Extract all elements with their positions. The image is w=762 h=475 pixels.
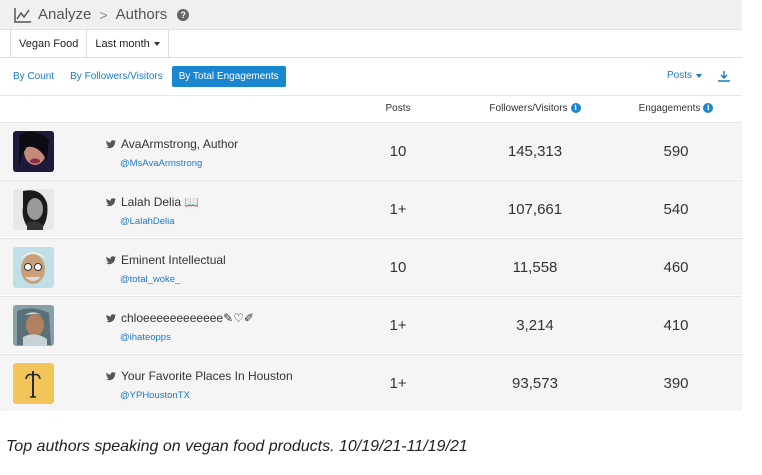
figure-caption: Top authors speaking on vegan food produ… — [6, 438, 468, 455]
date-range-dropdown[interactable]: Last month — [87, 30, 169, 57]
line-chart-icon — [14, 7, 32, 23]
tab-by-total-engagements[interactable]: By Total Engagements — [171, 66, 286, 87]
engagements-count: 590 — [663, 143, 689, 160]
caret-down-icon — [696, 73, 702, 78]
author-handle[interactable]: @total_woke_ — [120, 274, 226, 285]
followers-count: 145,313 — [507, 143, 563, 160]
download-icon[interactable] — [718, 69, 730, 82]
caret-down-icon — [153, 41, 160, 46]
author-handle[interactable]: @MsAvaArmstrong — [120, 158, 238, 169]
engagements-count: 540 — [663, 201, 689, 218]
breadcrumb-separator-icon: > — [99, 6, 108, 23]
engagements-count: 410 — [663, 317, 689, 334]
topic-filter[interactable]: Vegan Food — [10, 30, 88, 57]
author-info: chloeeeeeeeeeeee✎♡✐ @ihateopps — [106, 311, 254, 343]
engagements-count: 390 — [663, 375, 689, 392]
posts-count: 10 — [389, 259, 407, 276]
header-bar: Analyze > Authors ? — [0, 0, 742, 30]
avatar[interactable] — [13, 247, 54, 288]
filter-bar: Vegan Food Last month — [0, 30, 742, 58]
sort-tabs: By Count By Followers/Visitors By Total … — [0, 58, 742, 96]
author-info: AvaArmstrong, Author @MsAvaArmstrong — [106, 137, 238, 169]
info-icon[interactable]: i — [570, 103, 581, 114]
column-header-posts[interactable]: Posts — [370, 96, 426, 122]
posts-dropdown-label: Posts — [666, 70, 692, 81]
analyze-authors-panel: Analyze > Authors ? Vegan Food Last mont… — [0, 0, 742, 412]
tab-by-followers[interactable]: By Followers/Visitors — [63, 66, 170, 87]
author-name[interactable]: Eminent Intellectual — [121, 253, 226, 267]
avatar[interactable] — [13, 305, 54, 346]
avatar[interactable] — [13, 363, 54, 404]
twitter-icon — [106, 255, 116, 265]
date-range-label: Last month — [95, 37, 150, 50]
tab-by-count[interactable]: By Count — [6, 66, 61, 87]
breadcrumb-authors: Authors — [115, 6, 168, 23]
followers-count: 93,573 — [512, 375, 558, 392]
column-header-engagements-label: Engagements — [638, 103, 701, 114]
column-header-followers[interactable]: Followers/Visitors i — [470, 96, 600, 122]
table-row[interactable]: Your Favorite Places In Houston @YPHoust… — [0, 354, 742, 411]
posts-count: 10 — [389, 143, 407, 160]
author-handle[interactable]: @ihateopps — [120, 332, 254, 343]
breadcrumb-analyze[interactable]: Analyze — [38, 6, 91, 23]
avatar[interactable] — [13, 131, 54, 172]
posts-dropdown[interactable]: Posts — [667, 70, 702, 81]
author-name[interactable]: Your Favorite Places In Houston — [121, 369, 293, 383]
followers-count: 11,558 — [512, 259, 558, 276]
author-handle[interactable]: @YPHoustonTX — [120, 390, 293, 401]
twitter-icon — [106, 139, 116, 149]
twitter-icon — [106, 313, 116, 323]
help-icon[interactable]: ? — [177, 8, 190, 21]
table-row[interactable]: chloeeeeeeeeeeee✎♡✐ @ihateopps 1+ 3,214 … — [0, 296, 742, 353]
author-info: Your Favorite Places In Houston @YPHoust… — [106, 369, 293, 401]
info-icon[interactable]: i — [703, 103, 714, 114]
topic-filter-label: Vegan Food — [19, 37, 79, 50]
posts-count: 1+ — [389, 317, 407, 334]
twitter-icon — [106, 197, 116, 207]
avatar[interactable] — [13, 189, 54, 230]
author-info: Lalah Delia 📖 @LalahDelia — [106, 195, 199, 227]
table-row[interactable]: Eminent Intellectual @total_woke_ 10 11,… — [0, 238, 742, 295]
engagements-count: 460 — [663, 259, 689, 276]
posts-count: 1+ — [389, 201, 407, 218]
column-header-engagements[interactable]: Engagements i — [626, 96, 726, 122]
posts-count: 1+ — [389, 375, 407, 392]
author-handle[interactable]: @LalahDelia — [120, 216, 199, 227]
twitter-icon — [106, 371, 116, 381]
authors-table: AvaArmstrong, Author @MsAvaArmstrong 10 … — [0, 122, 742, 411]
author-name[interactable]: AvaArmstrong, Author — [121, 137, 238, 151]
column-header-followers-label: Followers/Visitors — [489, 103, 568, 114]
table-row[interactable]: Lalah Delia 📖 @LalahDelia 1+ 107,661 540 — [0, 180, 742, 237]
author-name[interactable]: Lalah Delia 📖 — [121, 195, 199, 209]
followers-count: 3,214 — [516, 317, 554, 334]
table-row[interactable]: AvaArmstrong, Author @MsAvaArmstrong 10 … — [0, 122, 742, 179]
followers-count: 107,661 — [507, 201, 563, 218]
table-header: Posts Followers/Visitors i Engagements i — [0, 96, 742, 122]
author-name[interactable]: chloeeeeeeeeeeee✎♡✐ — [121, 311, 254, 325]
author-info: Eminent Intellectual @total_woke_ — [106, 253, 226, 285]
